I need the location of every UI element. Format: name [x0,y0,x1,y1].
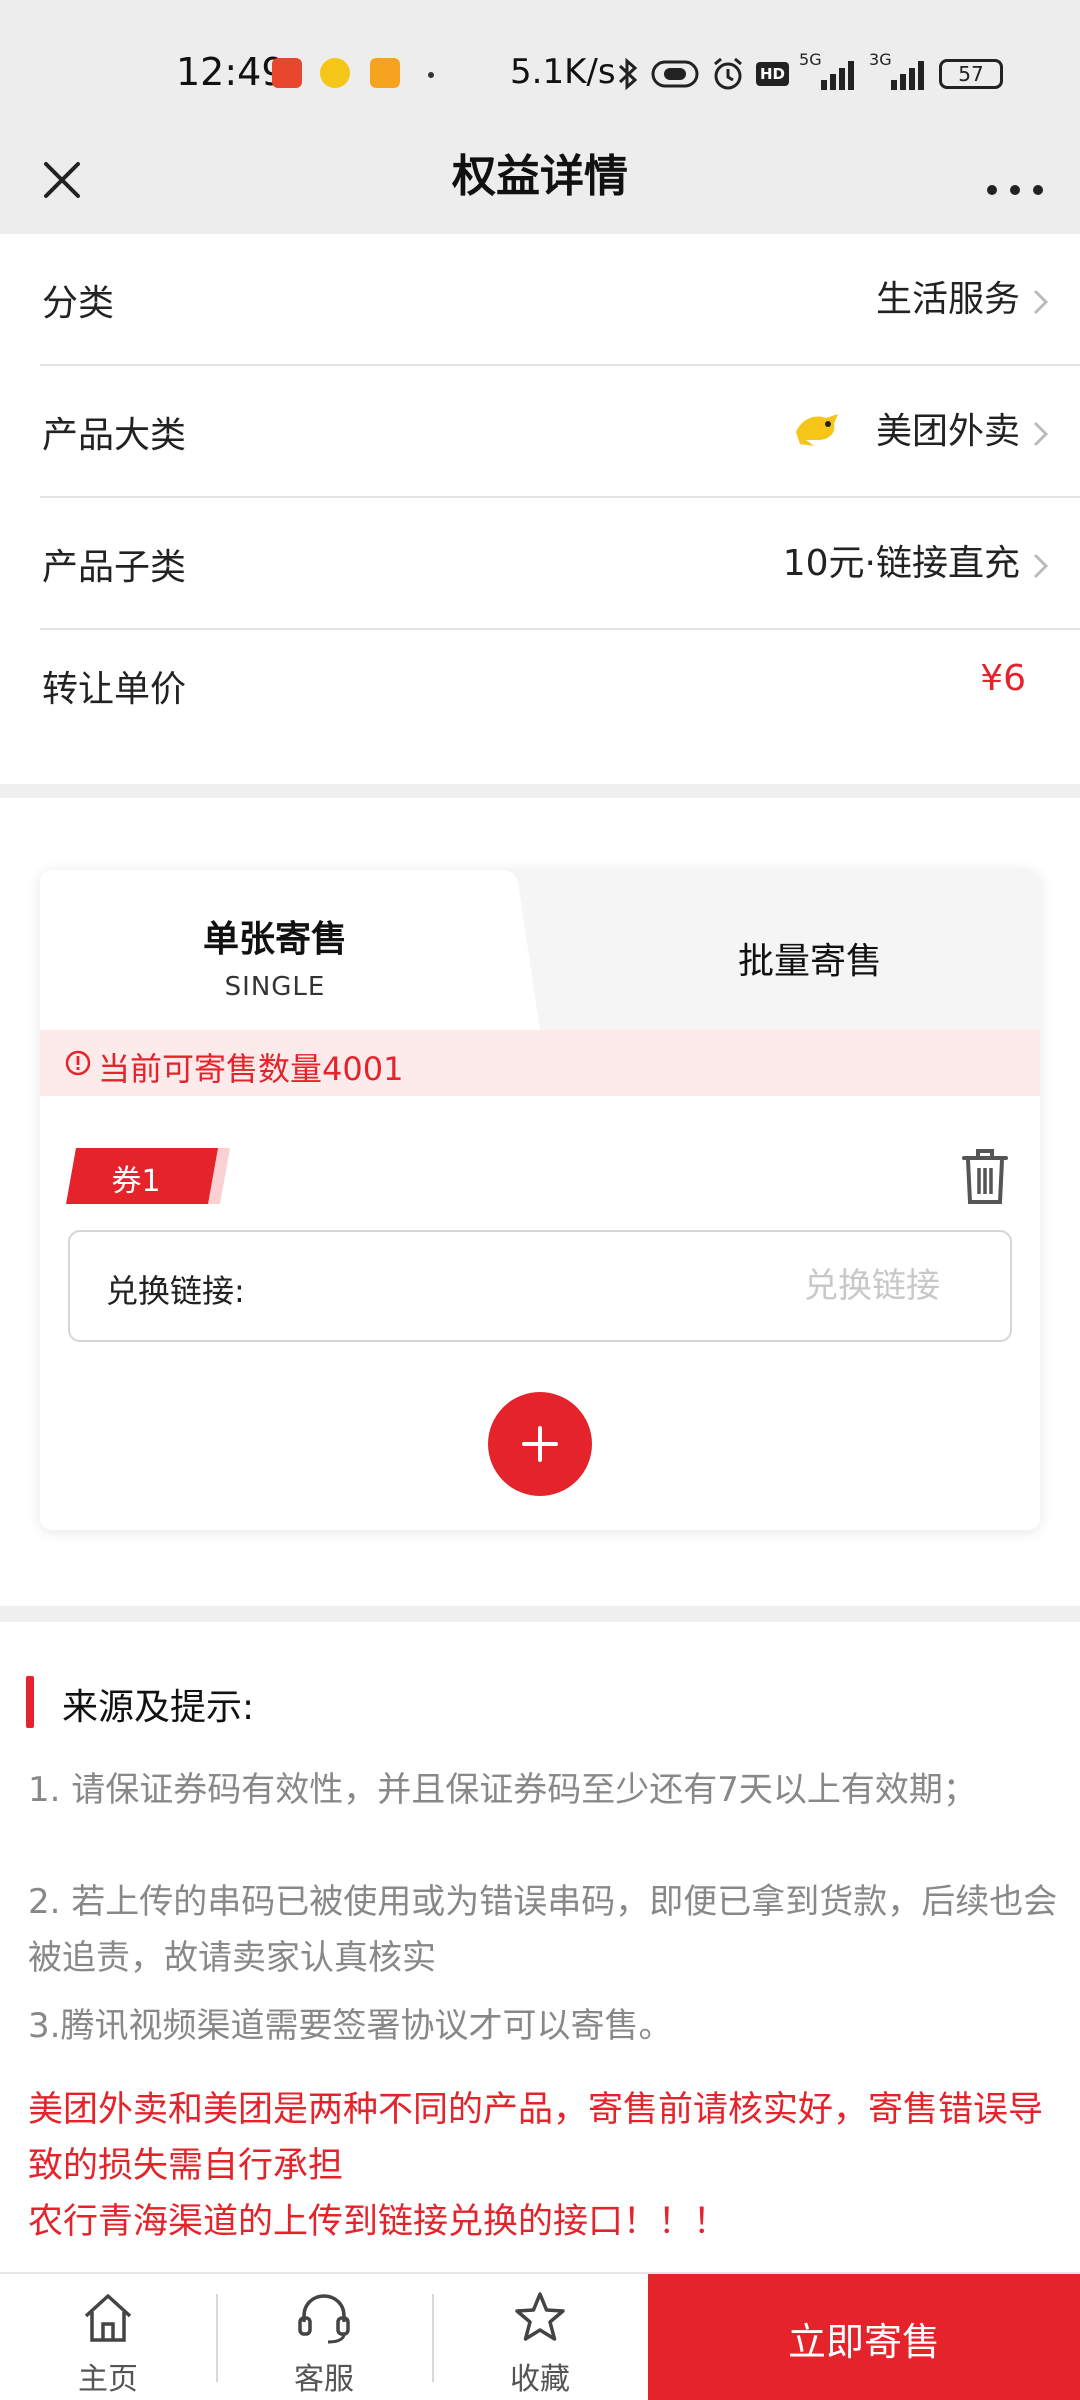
more-notifications-dot [428,72,434,78]
quantity-notice: 当前可寄售数量4001 [40,1030,1040,1096]
row-category-value: 生活服务 [875,279,1020,320]
consign-now-button[interactable]: 立即寄售 [648,2274,1080,2400]
headset-icon [298,2294,350,2344]
tip-3: 3.腾讯视频渠道需要签署协议才可以寄售。 [28,2006,673,2046]
row-product-type-value: 美团外卖 [875,411,1020,452]
nav-bar: 权益详情 [0,130,1080,234]
trash-icon[interactable] [958,1146,1012,1206]
consign-card: 单张寄售 SINGLE 批量寄售 当前可寄售数量4001 券1 兑换链接: [40,870,1040,1530]
alert-circle-icon [65,1050,91,1076]
warning-1: 美团外卖和美团是两种不同的产品，寄售前请核实好，寄售错误导致的损失需自行承担 [28,2090,1044,2186]
alarm-icon [714,57,742,90]
weibo-app-icon [320,58,350,88]
redeem-link-input[interactable] [460,1254,940,1318]
redeem-link-field: 兑换链接: [68,1230,1012,1342]
chevron-right-icon [1033,289,1049,315]
battery-level: 57 [958,62,984,86]
home-icon [84,2294,132,2342]
row-unit-price-label: 转让单价 [42,669,187,710]
status-icons: HD 5G 3G 57 [616,50,1004,94]
row-product-type[interactable]: 产品大类 美团外卖 [40,366,1080,498]
more-icon[interactable] [980,152,1050,212]
meituan-waimai-logo-icon [796,414,838,446]
row-product-subtype-label: 产品子类 [42,547,187,588]
consign-tabs: 单张寄售 SINGLE 批量寄售 [40,870,1040,1030]
bottom-bar: 主页 客服 收藏 立即寄售 [0,2272,1080,2400]
chevron-right-icon [1033,421,1049,447]
star-icon [515,2292,565,2341]
nav-service-label: 客服 [294,2362,354,2397]
add-coupon-button[interactable] [488,1392,592,1496]
signal-3g-bars-icon [891,61,925,90]
tip-1: 1. 请保证券码有效性，并且保证券码至少还有7天以上有效期； [28,1770,977,1810]
tips-section: 来源及提示: 1. 请保证券码有效性，并且保证券码至少还有7天以上有效期； 2.… [0,1622,1080,2272]
plus-icon [522,1426,558,1462]
tab-single-subtitle: SINGLE [224,972,326,1002]
chevron-right-icon [1033,553,1049,579]
network-speed: 5.1K/s [510,52,616,92]
bluetooth-icon [618,57,638,91]
coupon-tag-label: 券1 [111,1164,161,1199]
status-bar: 12:49 5.1K/s HD 5G 3G 57 [0,0,1080,130]
nav-home-label: 主页 [78,2362,138,2397]
nav-service[interactable]: 客服 [216,2274,432,2400]
vibrate-toggle-icon [651,60,699,88]
tips-accent-bar [26,1676,34,1728]
product-info-card: 分类 生活服务 产品大类 美团外卖 产品子类 10元·链接直充 转让单价 ¥6 [0,234,1080,784]
battery-icon: 57 [939,59,1004,89]
row-category[interactable]: 分类 生活服务 [40,234,1080,366]
tab-single[interactable]: 单张寄售 SINGLE [40,870,580,1030]
nav-home[interactable]: 主页 [0,2274,216,2400]
nav-favorite-label: 收藏 [510,2362,570,2397]
warning-2: 农行青海渠道的上传到链接兑换的接口！！！ [28,2202,729,2242]
page-title: 权益详情 [452,151,628,202]
quantity-notice-text: 当前可寄售数量4001 [98,1050,404,1088]
hd-badge: HD [756,62,790,86]
row-unit-price: 转让单价 ¥6 [40,630,1080,762]
tips-title: 来源及提示: [62,1687,255,1728]
tab-batch[interactable]: 批量寄售 [580,932,1040,984]
row-product-type-label: 产品大类 [42,415,187,456]
ting-app-icon [272,58,302,88]
tip-2: 2. 若上传的串码已被使用或为错误串码，即便已拿到货款，后续也会被追责，故请卖家… [28,1882,1058,1978]
redeem-link-label: 兑换链接: [106,1272,245,1310]
signal-5g-bars-icon [821,61,855,90]
row-product-subtype[interactable]: 产品子类 10元·链接直充 [40,498,1080,630]
row-category-label: 分类 [42,283,115,324]
unit-price-value: ¥6 [980,658,1026,699]
nav-favorite[interactable]: 收藏 [432,2274,648,2400]
tab-single-title: 单张寄售 [202,919,347,960]
status-time: 12:49 [176,50,286,94]
slides-app-icon [370,58,400,88]
signal-3g: 3G [869,50,929,92]
signal-5g: 5G [799,50,859,92]
row-product-subtype-value: 10元·链接直充 [782,543,1020,584]
